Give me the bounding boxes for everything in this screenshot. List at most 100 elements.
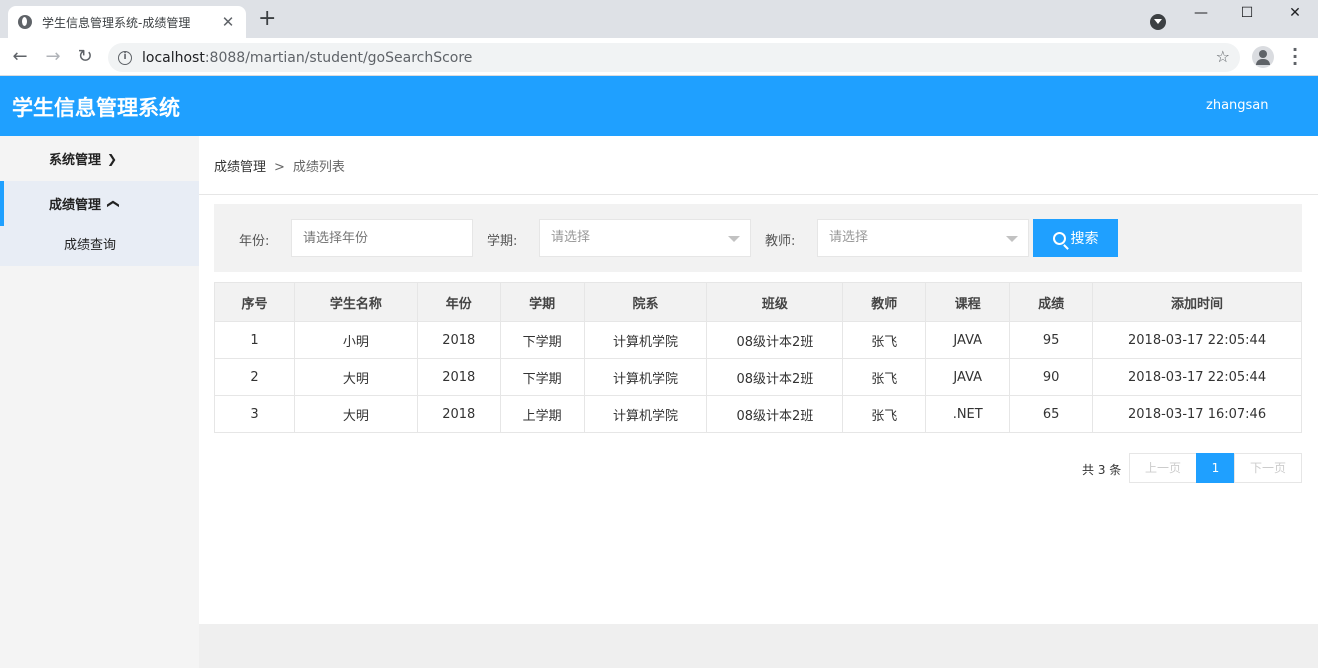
teacher-label: 教师: bbox=[765, 234, 796, 249]
browser-menu-icon[interactable]: · · · bbox=[1288, 42, 1302, 72]
browser-tab[interactable]: 学生信息管理系统-成绩管理 ✕ bbox=[8, 6, 246, 38]
app-title: 学生信息管理系统 bbox=[12, 96, 180, 120]
footer bbox=[199, 624, 1318, 668]
sidebar-item-score-query[interactable]: 成绩查询 bbox=[0, 226, 199, 266]
chevron-down-icon: ❯ bbox=[107, 151, 118, 166]
table-cell: 下学期 bbox=[499, 358, 585, 396]
table-cell: 95 bbox=[1009, 321, 1094, 359]
table-cell: 08级计本2班 bbox=[706, 358, 844, 396]
search-button[interactable]: 搜索 bbox=[1033, 219, 1118, 257]
sidebar: 系统管理 ❯ 成绩管理 ❯ 成绩查询 bbox=[0, 136, 199, 668]
sidebar-group-label: 成绩管理 bbox=[49, 198, 102, 213]
dropdown-arrow-icon bbox=[728, 236, 740, 242]
table-cell: 1 bbox=[214, 321, 295, 359]
table-cell: 2018 bbox=[416, 358, 501, 396]
column-header: 班级 bbox=[706, 282, 844, 322]
score-table: 序号 学生名称 年份 学期 院系 班级 教师 课程 成绩 添加时间 1 小明 2… bbox=[214, 282, 1302, 433]
table-cell: 上学期 bbox=[499, 395, 585, 433]
table-cell: 90 bbox=[1009, 358, 1094, 396]
close-tab-icon[interactable]: ✕ bbox=[220, 13, 236, 31]
column-header: 成绩 bbox=[1009, 282, 1094, 322]
forward-icon[interactable]: → bbox=[40, 44, 66, 70]
tab-search-icon[interactable] bbox=[1150, 14, 1166, 30]
browser-tab-strip: 学生信息管理系统-成绩管理 ✕ + — ☐ ✕ bbox=[0, 0, 1318, 38]
table-cell: 张飞 bbox=[842, 321, 927, 359]
address-bar[interactable]: i localhost:8088/martian/student/goSearc… bbox=[108, 43, 1240, 72]
table-row: 2 大明 2018 下学期 计算机学院 08级计本2班 张飞 JAVA 90 2… bbox=[214, 358, 1302, 396]
tab-title: 学生信息管理系统-成绩管理 bbox=[42, 15, 191, 30]
table-cell: 大明 bbox=[293, 358, 418, 396]
table-header-row: 序号 学生名称 年份 学期 院系 班级 教师 课程 成绩 添加时间 bbox=[214, 282, 1302, 322]
prev-page-button[interactable]: 上一页 bbox=[1129, 453, 1197, 483]
table-cell: 2 bbox=[214, 358, 295, 396]
maximize-icon[interactable]: ☐ bbox=[1224, 0, 1270, 30]
breadcrumb-separator: > bbox=[274, 160, 285, 175]
table-cell: .NET bbox=[925, 395, 1011, 433]
back-icon[interactable]: ← bbox=[7, 44, 33, 70]
breadcrumb-current: 成绩列表 bbox=[292, 160, 345, 175]
table-cell: 08级计本2班 bbox=[706, 321, 844, 359]
search-icon bbox=[1052, 231, 1066, 245]
divider bbox=[199, 194, 1318, 195]
main-content: 成绩管理 > 成绩列表 年份: 学期: 请选择 教师: 请选择 搜索 序号 学生名称 bbox=[199, 136, 1318, 624]
globe-icon bbox=[18, 15, 32, 29]
table-cell: 2018-03-17 22:05:44 bbox=[1092, 358, 1302, 396]
table-cell: 3 bbox=[214, 395, 295, 433]
window-close-icon[interactable]: ✕ bbox=[1272, 0, 1318, 30]
table-cell: JAVA bbox=[925, 321, 1011, 359]
breadcrumb: 成绩管理 > 成绩列表 bbox=[214, 156, 345, 175]
table-cell: 计算机学院 bbox=[583, 358, 708, 396]
column-header: 课程 bbox=[925, 282, 1011, 322]
teacher-select[interactable]: 请选择 bbox=[817, 219, 1029, 257]
pagination-total: 共 3 条 bbox=[1082, 463, 1122, 477]
search-panel: 年份: 学期: 请选择 教师: 请选择 搜索 bbox=[214, 204, 1302, 272]
column-header: 学期 bbox=[499, 282, 585, 322]
table-cell: 大明 bbox=[293, 395, 418, 433]
table-cell: 下学期 bbox=[499, 321, 585, 359]
sidebar-group-label: 系统管理 bbox=[49, 153, 102, 168]
column-header: 教师 bbox=[842, 282, 927, 322]
sidebar-group-score[interactable]: 成绩管理 ❯ bbox=[0, 181, 199, 226]
app-header: 学生信息管理系统 zhangsan bbox=[0, 76, 1318, 136]
profile-avatar-icon[interactable] bbox=[1252, 46, 1274, 68]
table-cell: 2018-03-17 16:07:46 bbox=[1092, 395, 1302, 433]
url-text: localhost:8088/martian/student/goSearchS… bbox=[142, 49, 473, 66]
term-select-value: 请选择 bbox=[551, 230, 591, 245]
term-label: 学期: bbox=[487, 234, 518, 249]
table-cell: 65 bbox=[1009, 395, 1094, 433]
column-header: 学生名称 bbox=[293, 282, 418, 322]
table-cell: 2018 bbox=[416, 395, 501, 433]
column-header: 添加时间 bbox=[1092, 282, 1302, 322]
table-cell: JAVA bbox=[925, 358, 1011, 396]
info-icon[interactable]: i bbox=[118, 50, 132, 65]
table-cell: 08级计本2班 bbox=[706, 395, 844, 433]
column-header: 序号 bbox=[214, 282, 295, 322]
term-select[interactable]: 请选择 bbox=[539, 219, 751, 257]
next-page-button[interactable]: 下一页 bbox=[1234, 453, 1302, 483]
table-cell: 2018-03-17 22:05:44 bbox=[1092, 321, 1302, 359]
browser-toolbar: ← → ↻ i localhost:8088/martian/student/g… bbox=[0, 38, 1318, 76]
table-cell: 张飞 bbox=[842, 395, 927, 433]
column-header: 年份 bbox=[416, 282, 501, 322]
column-header: 院系 bbox=[583, 282, 708, 322]
dropdown-arrow-icon bbox=[1006, 236, 1018, 242]
teacher-select-value: 请选择 bbox=[829, 230, 869, 245]
table-row: 1 小明 2018 下学期 计算机学院 08级计本2班 张飞 JAVA 95 2… bbox=[214, 321, 1302, 359]
page-number-button[interactable]: 1 bbox=[1196, 453, 1235, 483]
reload-icon[interactable]: ↻ bbox=[72, 44, 98, 70]
sidebar-group-system[interactable]: 系统管理 ❯ bbox=[0, 136, 199, 181]
search-button-label: 搜索 bbox=[1070, 231, 1099, 247]
chevron-up-icon: ❯ bbox=[105, 198, 120, 209]
bookmark-star-icon[interactable]: ☆ bbox=[1216, 47, 1230, 66]
table-cell: 小明 bbox=[293, 321, 418, 359]
new-tab-icon[interactable]: + bbox=[258, 8, 276, 30]
table-cell: 2018 bbox=[416, 321, 501, 359]
current-user[interactable]: zhangsan bbox=[1206, 98, 1269, 113]
table-row: 3 大明 2018 上学期 计算机学院 08级计本2班 张飞 .NET 65 2… bbox=[214, 395, 1302, 433]
table-cell: 张飞 bbox=[842, 358, 927, 396]
table-cell: 计算机学院 bbox=[583, 321, 708, 359]
table-cell: 计算机学院 bbox=[583, 395, 708, 433]
minimize-icon[interactable]: — bbox=[1178, 0, 1224, 30]
year-input[interactable] bbox=[291, 219, 473, 257]
breadcrumb-parent[interactable]: 成绩管理 bbox=[214, 160, 266, 175]
